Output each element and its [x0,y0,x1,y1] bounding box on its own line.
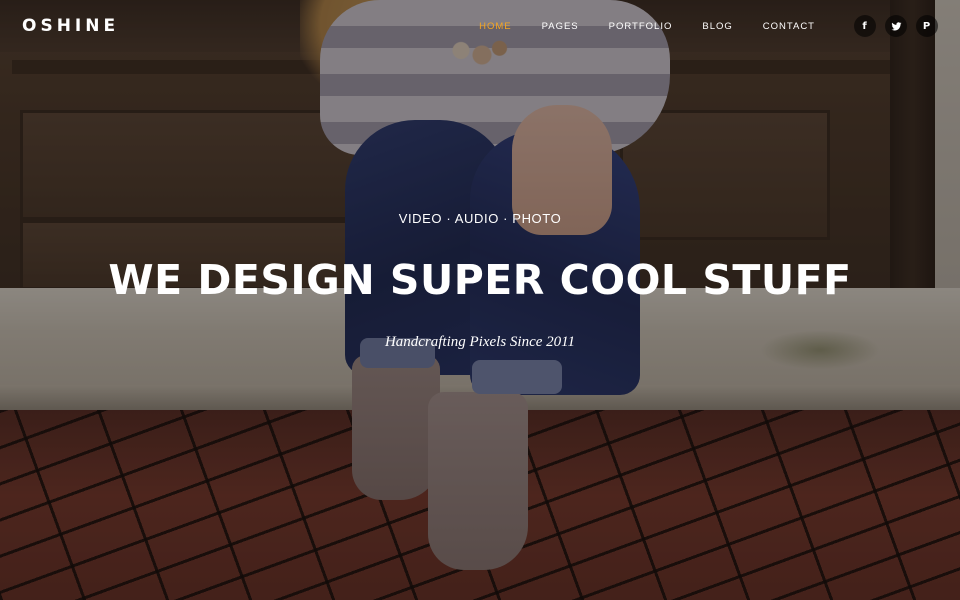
hero-tagline: VIDEO · AUDIO · PHOTO [398,211,562,226]
hero-section: OSHINE HOME PAGES PORTFOLIO BLOG CONTACT… [0,0,960,600]
hero-subline: Handcrafting Pixels Since 2011 [384,334,576,350]
hero-headline: WE DESIGN SUPER COOL STUFF [108,256,852,304]
hero-copy: VIDEO · AUDIO · PHOTO WE DESIGN SUPER CO… [0,0,960,600]
